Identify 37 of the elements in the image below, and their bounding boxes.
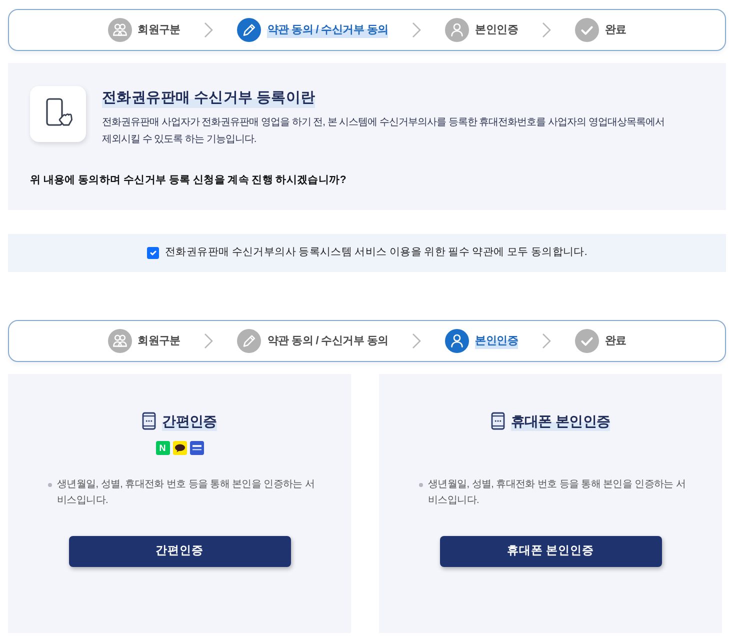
chevron-icon	[542, 22, 551, 38]
chevron-icon	[412, 333, 422, 349]
verify-button[interactable]: 간편인증	[68, 536, 290, 567]
step-label: 완료	[605, 334, 626, 349]
bullet-icon	[48, 483, 52, 487]
person-icon	[445, 18, 470, 42]
check-icon	[575, 329, 599, 353]
chevron-icon	[204, 333, 214, 349]
pencil-icon	[237, 18, 262, 42]
phone-tap-icon	[30, 86, 86, 142]
description-text: 전화권유판매 사업자가 전화권유판매 영업을 하기 전, 본 시스템에 수신거부의사를 등록한 휴대전화번호를 사업자의 영업대상목록에서 제외시킬 수 있도록 하는 기능입니다.	[102, 116, 666, 147]
bullet-icon	[419, 483, 423, 487]
description-text: 생년월일, 성별, 휴대전화 번호 등을 통해 본인을 인증하는 서비스입니다.	[428, 478, 687, 508]
person-icon	[445, 329, 470, 353]
step-label: 본인인증	[475, 333, 518, 349]
chevron-icon	[542, 333, 551, 349]
step-label: 약관 동의 / 수신거부 동의	[267, 334, 388, 349]
pencil-icon	[237, 329, 262, 353]
section-title: 전화권유판매 수신거부 등록이란	[102, 88, 316, 108]
check-icon	[575, 18, 599, 42]
people-icon	[108, 18, 132, 42]
agree-label[interactable]: 전화권유판매 수신거부의사 등록시스템 서비스 이용을 위한 필수 약관에 모두 동의합니다.	[164, 245, 588, 261]
question-text: 위 내용에 동의하며 수신거부 등록 신청을 계속 진행 하시겠습니까?	[30, 173, 347, 188]
people-icon	[108, 329, 132, 353]
tablet-icon	[142, 412, 156, 430]
step-label: 회원구분	[138, 334, 180, 349]
step-label: 약관 동의 / 수신거부 동의	[267, 22, 388, 38]
chevron-icon	[412, 22, 422, 38]
description-text: 생년월일, 성별, 휴대전화 번호 등을 통해 본인을 인증하는 서비스입니다.	[57, 478, 316, 508]
step-label: 완료	[605, 23, 626, 38]
tablet-icon	[490, 412, 505, 430]
chevron-icon	[204, 22, 214, 38]
step-label: 본인인증	[475, 23, 518, 38]
step-label: 회원구분	[138, 23, 180, 38]
agree-checkbox[interactable]	[146, 247, 159, 259]
letter-logo-icon: N	[156, 441, 170, 455]
verify-button[interactable]: 휴대폰 본인인증	[440, 536, 662, 567]
